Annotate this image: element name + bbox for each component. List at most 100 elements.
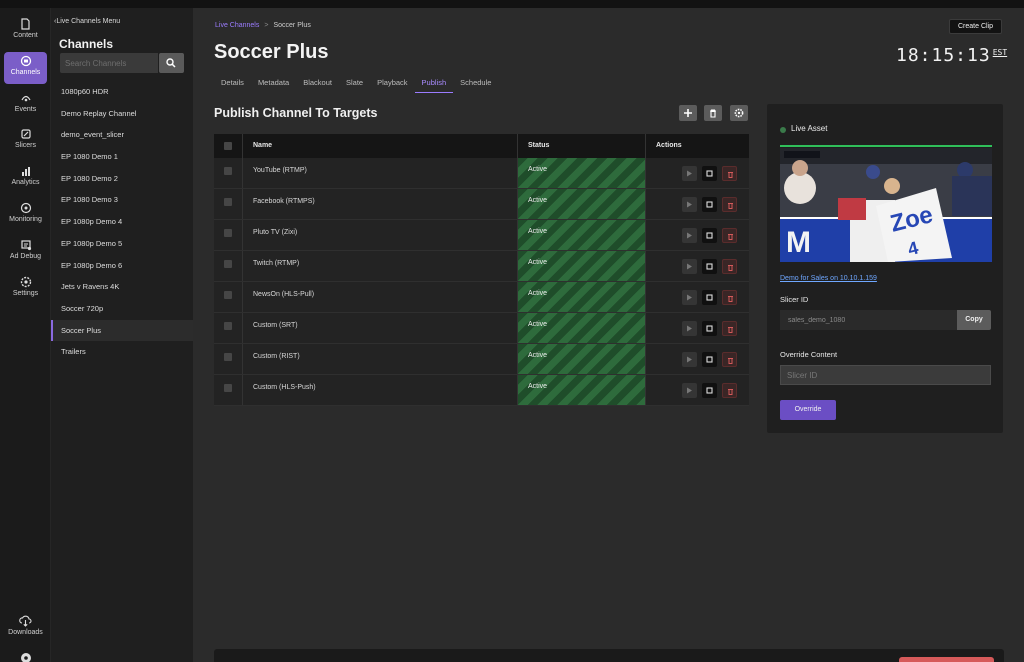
delete-target-button[interactable] <box>722 228 737 243</box>
channel-item[interactable]: Jets v Ravens 4K <box>51 276 193 298</box>
stop-button[interactable] <box>702 352 717 367</box>
channel-search-input[interactable] <box>60 53 158 73</box>
row-checkbox[interactable] <box>224 229 232 237</box>
trash-icon <box>710 109 716 118</box>
start-button[interactable] <box>682 228 697 243</box>
rail-slicers[interactable]: Slicers <box>3 128 48 149</box>
override-slicer-id-input[interactable] <box>780 365 991 385</box>
live-asset-link[interactable]: Demo for Sales on 10.10.1.159 <box>780 275 877 282</box>
start-button[interactable] <box>682 321 697 336</box>
start-button[interactable] <box>682 166 697 181</box>
gear-icon <box>20 276 31 288</box>
delete-target-button[interactable] <box>722 259 737 274</box>
channel-item-active[interactable]: Soccer Plus <box>51 319 193 342</box>
channel-item[interactable]: EP 1080 Demo 3 <box>51 189 193 211</box>
rail-downloads[interactable]: Downloads <box>3 615 48 636</box>
page-title: Soccer Plus <box>214 41 329 63</box>
back-to-live-channels-menu[interactable]: ‹Live Channels Menu <box>54 18 120 25</box>
rail-content[interactable]: Content <box>3 18 48 39</box>
target-name: Custom (HLS-Push) <box>243 375 518 405</box>
live-preview-thumbnail[interactable]: M Zoe 4 <box>780 148 992 262</box>
start-button[interactable] <box>682 290 697 305</box>
rail-ad-debug[interactable]: Ad Debug <box>3 239 48 260</box>
row-checkbox[interactable] <box>224 384 232 392</box>
start-button[interactable] <box>682 352 697 367</box>
rail-monitoring[interactable]: Monitoring <box>3 202 48 223</box>
table-header: Name Status Actions <box>214 134 749 158</box>
row-checkbox[interactable] <box>224 198 232 206</box>
tab-metadata[interactable]: Metadata <box>251 74 296 93</box>
delete-target-button[interactable] <box>722 290 737 305</box>
clock-timezone: EST <box>992 48 1008 57</box>
soccer-scene-image: M Zoe 4 <box>780 148 992 262</box>
column-header-name: Name <box>243 134 518 158</box>
stop-button[interactable] <box>702 321 717 336</box>
stop-icon <box>706 232 713 239</box>
override-button[interactable]: Override <box>780 400 836 420</box>
start-button[interactable] <box>682 259 697 274</box>
channel-item[interactable]: EP 1080p Demo 5 <box>51 233 193 255</box>
channel-search-button[interactable] <box>159 53 184 73</box>
target-status: Active <box>518 189 646 219</box>
row-checkbox[interactable] <box>224 353 232 361</box>
add-target-button[interactable] <box>679 105 697 121</box>
slicer-id-label: Slicer ID <box>780 295 809 304</box>
row-check-cell <box>214 251 243 281</box>
stop-icon <box>706 263 713 270</box>
stop-button[interactable] <box>702 290 717 305</box>
rail-ball[interactable] <box>3 652 48 662</box>
channel-item[interactable]: Demo Replay Channel <box>51 103 193 125</box>
rail-settings[interactable]: Settings <box>3 276 48 297</box>
column-header-actions: Actions <box>656 142 682 149</box>
stop-button[interactable] <box>702 228 717 243</box>
delete-target-button[interactable] <box>722 197 737 212</box>
channel-item[interactable]: Trailers <box>51 341 193 363</box>
stop-button[interactable] <box>702 259 717 274</box>
start-button[interactable] <box>682 197 697 212</box>
stop-button[interactable] <box>702 166 717 181</box>
delete-targets-button[interactable] <box>704 105 722 121</box>
delete-target-button[interactable] <box>722 352 737 367</box>
breadcrumb-live-channels[interactable]: Live Channels <box>215 22 259 29</box>
main-content: Live Channels > Soccer Plus Soccer Plus Cr… <box>193 8 1024 662</box>
channel-item[interactable]: 1080p60 HDR <box>51 81 193 103</box>
channel-item[interactable]: EP 1080 Demo 1 <box>51 146 193 168</box>
target-status: Active <box>518 158 646 188</box>
tab-schedule[interactable]: Schedule <box>453 74 498 93</box>
stop-button[interactable] <box>702 383 717 398</box>
rail-events[interactable]: Events <box>3 92 48 113</box>
delete-target-button[interactable] <box>722 321 737 336</box>
tab-publish[interactable]: Publish <box>414 74 454 93</box>
tab-details[interactable]: Details <box>214 74 251 93</box>
tab-blackout[interactable]: Blackout <box>296 74 339 93</box>
delete-target-button[interactable] <box>722 383 737 398</box>
channel-item[interactable]: EP 1080p Demo 4 <box>51 211 193 233</box>
create-clip-button[interactable]: Create Clip <box>949 19 1002 34</box>
header-check-cell <box>214 134 243 158</box>
channel-item[interactable]: demo_event_slicer <box>51 124 193 146</box>
row-checkbox[interactable] <box>224 167 232 175</box>
row-checkbox[interactable] <box>224 260 232 268</box>
breadcrumb: Live Channels > Soccer Plus <box>215 22 311 29</box>
svg-text:M: M <box>786 226 811 259</box>
clock-time: 18:15:13 <box>896 45 991 66</box>
select-all-checkbox[interactable] <box>224 142 232 150</box>
row-checkbox[interactable] <box>224 322 232 330</box>
stop-button[interactable] <box>702 197 717 212</box>
tab-slate[interactable]: Slate <box>339 74 370 93</box>
delete-target-button[interactable] <box>722 166 737 181</box>
start-button[interactable] <box>682 383 697 398</box>
slicer-id-field[interactable] <box>780 310 957 330</box>
row-checkbox[interactable] <box>224 291 232 299</box>
channel-item[interactable]: EP 1080 Demo 2 <box>51 168 193 190</box>
tab-playback[interactable]: Playback <box>370 74 414 93</box>
row-check-cell <box>214 313 243 343</box>
row-check-cell <box>214 220 243 250</box>
channel-item[interactable]: Soccer 720p <box>51 298 193 320</box>
bottom-action-button[interactable] <box>899 657 994 662</box>
channel-item[interactable]: EP 1080p Demo 6 <box>51 255 193 277</box>
rail-analytics[interactable]: Analytics <box>3 165 48 186</box>
rail-channels[interactable]: Channels <box>3 52 48 84</box>
copy-slicer-id-button[interactable]: Copy <box>957 310 991 330</box>
settings-button[interactable] <box>730 105 748 121</box>
